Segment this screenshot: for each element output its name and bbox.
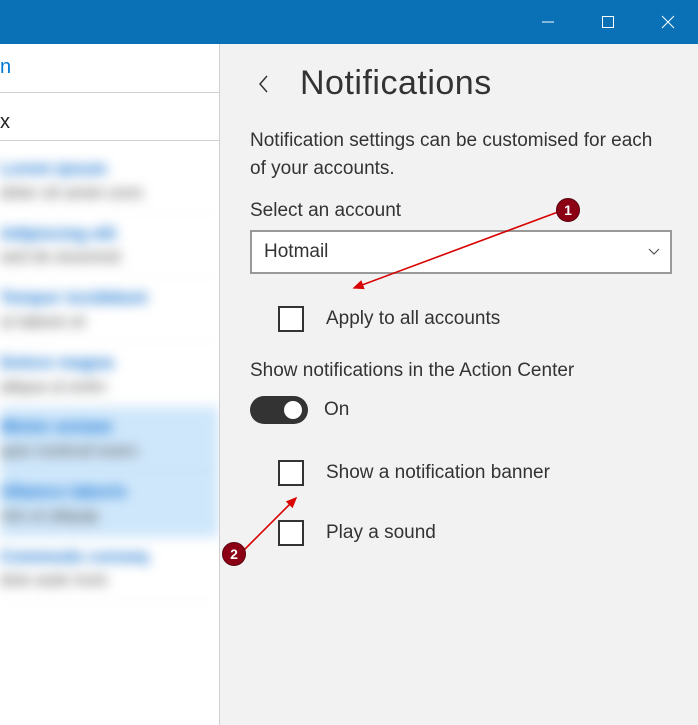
settings-description: Notification settings can be customised … [250,127,672,182]
inbox-label-fragment: x [0,93,219,140]
apply-all-checkbox[interactable] [278,306,304,332]
banner-label: Show a notification banner [326,462,550,484]
page-title: Notifications [300,64,492,103]
annotation-marker-2: 2 [222,542,246,566]
toggle-knob [284,401,302,419]
back-button[interactable] [250,70,278,98]
minimize-button[interactable] [518,0,578,44]
action-center-toggle[interactable] [250,396,308,424]
nav-link-fragment[interactable]: n [0,44,219,92]
banner-checkbox[interactable] [278,460,304,486]
settings-panel: Notifications Notification settings can … [220,44,698,725]
blurred-mail-list: Lorem ipsumdolor sit amet cons Adipiscin… [0,141,219,601]
sound-label: Play a sound [326,522,436,544]
account-select[interactable]: Hotmail [250,230,672,274]
window-titlebar [0,0,698,44]
close-button[interactable] [638,0,698,44]
maximize-button[interactable] [578,0,638,44]
mail-list-pane: n x Lorem ipsumdolor sit amet cons Adipi… [0,44,220,725]
select-account-label: Select an account [250,200,672,222]
annotation-marker-1: 1 [556,198,580,222]
sound-checkbox[interactable] [278,520,304,546]
toggle-state-label: On [324,399,349,421]
apply-all-label: Apply to all accounts [326,308,500,330]
action-center-label: Show notifications in the Action Center [250,360,672,382]
